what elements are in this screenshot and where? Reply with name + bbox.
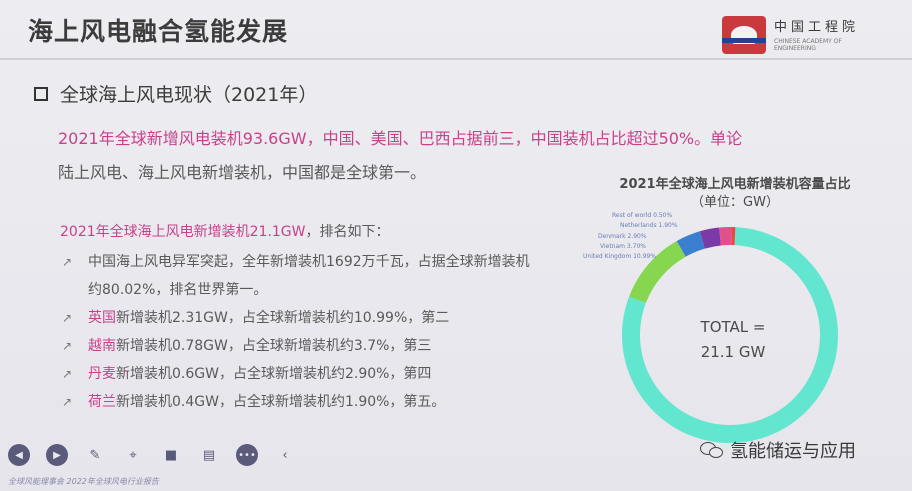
arrow-icon: ↗ xyxy=(62,367,73,381)
cae-logo-icon xyxy=(722,16,766,54)
logo: 中国工程院 CHINESE ACADEMY OF ENGINEERING xyxy=(722,16,872,54)
section-heading-text: 全球海上风电现状（2021年） xyxy=(60,84,318,106)
pen-icon[interactable]: ✎ xyxy=(84,444,106,466)
bullet-text: 中国海上风电异军突起，全年新增装机1692万千瓦，占据全球新增装机约80.02%… xyxy=(88,254,530,298)
checkbox-icon xyxy=(34,86,48,101)
total-label-2: 21.1 GW xyxy=(700,343,766,361)
chart-title: 2021年全球海上风电新增装机容量占比 xyxy=(619,177,851,192)
total-label-1: TOTAL = xyxy=(700,318,766,336)
list-item: ↗ 丹麦新增装机0.6GW，占全球新增装机约2.90%，第四 xyxy=(62,360,532,388)
bullet-text: 新增装机2.31GW，占全球新增装机约10.99%，第二 xyxy=(116,310,450,326)
summary-rest: 陆上风电、海上风电新增装机，中国都是全球第一。 xyxy=(58,163,427,182)
donut-center-label: TOTAL = 21.1 GW xyxy=(688,315,778,365)
bullet-country: 荷兰 xyxy=(88,394,116,410)
presentation-toolbar: ◀ ▶ ✎ ⌖ ■ ▤ ••• ‹ xyxy=(8,443,312,467)
arrow-icon: ↗ xyxy=(62,395,73,409)
summary-highlight: 2021年全球新增风电装机93.6GW，中国、美国、巴西占据前三，中国装机占比超… xyxy=(58,129,743,148)
logo-en-text: CHINESE ACADEMY OF ENGINEERING xyxy=(774,38,842,52)
bullet-text: 新增装机0.6GW，占全球新增装机约2.90%，第四 xyxy=(116,366,432,382)
bullet-country: 丹麦 xyxy=(88,366,116,382)
section-heading: 全球海上风电现状（2021年） xyxy=(34,80,317,107)
slice-label-rest: Rest of world 0.50% xyxy=(612,212,673,219)
slice-label-denmark: Denmark 2.90% xyxy=(598,233,647,240)
bullet-country: 越南 xyxy=(88,338,116,354)
comment-icon[interactable]: ▤ xyxy=(198,444,220,466)
slide: 海上风电融合氢能发展 中国工程院 CHINESE ACADEMY OF ENGI… xyxy=(0,0,912,491)
list-item: ↗ 英国新增装机2.31GW，占全球新增装机约10.99%，第二 xyxy=(62,304,532,332)
arrow-icon: ↗ xyxy=(62,311,73,325)
ranking-subhead: 2021年全球海上风电新增装机21.1GW，排名如下： xyxy=(60,221,390,241)
list-item: ↗ 中国海上风电异军突起，全年新增装机1692万千瓦，占据全球新增装机约80.0… xyxy=(62,248,532,304)
title-divider xyxy=(0,58,912,60)
more-icon[interactable]: ••• xyxy=(236,444,258,466)
slice-united xyxy=(629,241,686,303)
next-icon[interactable]: ▶ xyxy=(46,444,68,466)
page-title: 海上风电融合氢能发展 xyxy=(28,17,289,46)
footer-source: 全球风能理事会 2022年全球风电行业报告 xyxy=(8,477,159,486)
slice-netherlands xyxy=(719,227,733,246)
camera-icon[interactable]: ■ xyxy=(160,444,182,466)
focus-icon[interactable]: ⌖ xyxy=(122,444,144,466)
subhead-rest: ，排名如下： xyxy=(305,224,390,240)
list-item: ↗ 荷兰新增装机0.4GW，占全球新增装机约1.90%，第五。 xyxy=(62,388,532,416)
watermark: 氢能储运与应用 xyxy=(700,437,856,463)
slice-label-netherlands: Netherlands 1.90% xyxy=(620,222,678,229)
wechat-icon xyxy=(700,440,724,460)
bullet-country: 英国 xyxy=(88,310,116,326)
bullet-text: 新增装机0.4GW，占全球新增装机约1.90%，第五。 xyxy=(116,394,446,410)
slice-label-uk: United Kingdom 10.99% xyxy=(583,253,656,260)
subhead-highlight: 2021年全球海上风电新增装机21.1GW xyxy=(60,224,306,240)
bullet-text: 新增装机0.78GW，占全球新增装机约3.7%，第三 xyxy=(116,338,432,354)
back-icon[interactable]: ‹ xyxy=(274,444,296,466)
logo-cn-text: 中国工程院 xyxy=(774,20,860,35)
slice-label-vietnam: Vietnam 3.70% xyxy=(600,243,646,250)
prev-icon[interactable]: ◀ xyxy=(8,444,30,466)
arrow-icon: ↗ xyxy=(62,339,73,353)
watermark-text: 氢能储运与应用 xyxy=(730,441,856,462)
chart-unit: （单位：GW） xyxy=(691,195,779,210)
ranking-list: ↗ 中国海上风电异军突起，全年新增装机1692万千瓦，占据全球新增装机约80.0… xyxy=(62,248,532,416)
arrow-icon: ↗ xyxy=(62,255,73,269)
list-item: ↗ 越南新增装机0.78GW，占全球新增装机约3.7%，第三 xyxy=(62,332,532,360)
